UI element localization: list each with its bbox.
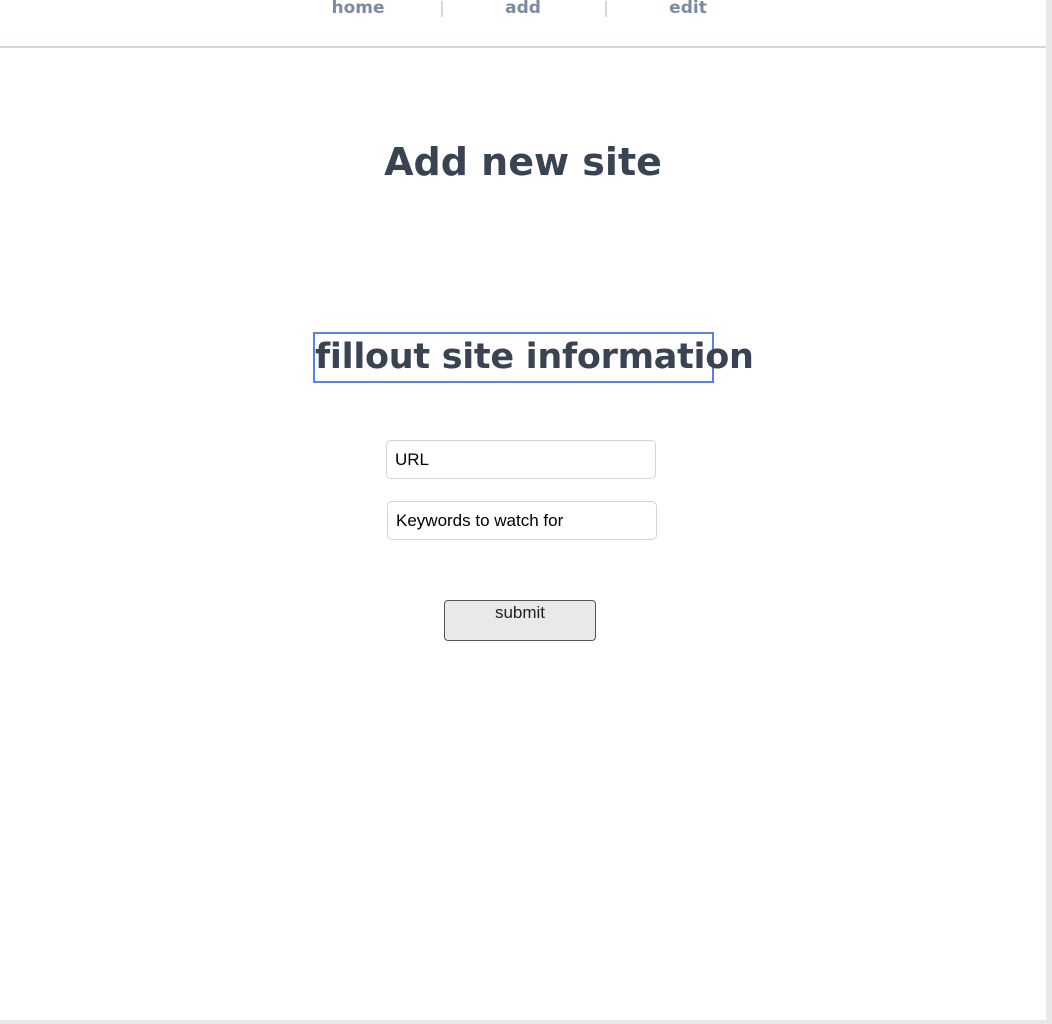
nav-add[interactable]: add	[463, 0, 583, 18]
nav-separator	[441, 1, 443, 17]
page: home add edit Add new site fillout site …	[0, 0, 1046, 1020]
nav-separator	[605, 1, 607, 17]
nav-edit[interactable]: edit	[628, 0, 748, 18]
url-input[interactable]	[386, 440, 656, 479]
keywords-input[interactable]	[387, 501, 657, 540]
submit-button[interactable]: submit	[444, 600, 596, 641]
top-nav: home add edit	[0, 0, 1046, 48]
page-title: Add new site	[384, 140, 662, 184]
nav-home[interactable]: home	[298, 0, 418, 18]
form-heading: fillout site information	[313, 332, 754, 383]
